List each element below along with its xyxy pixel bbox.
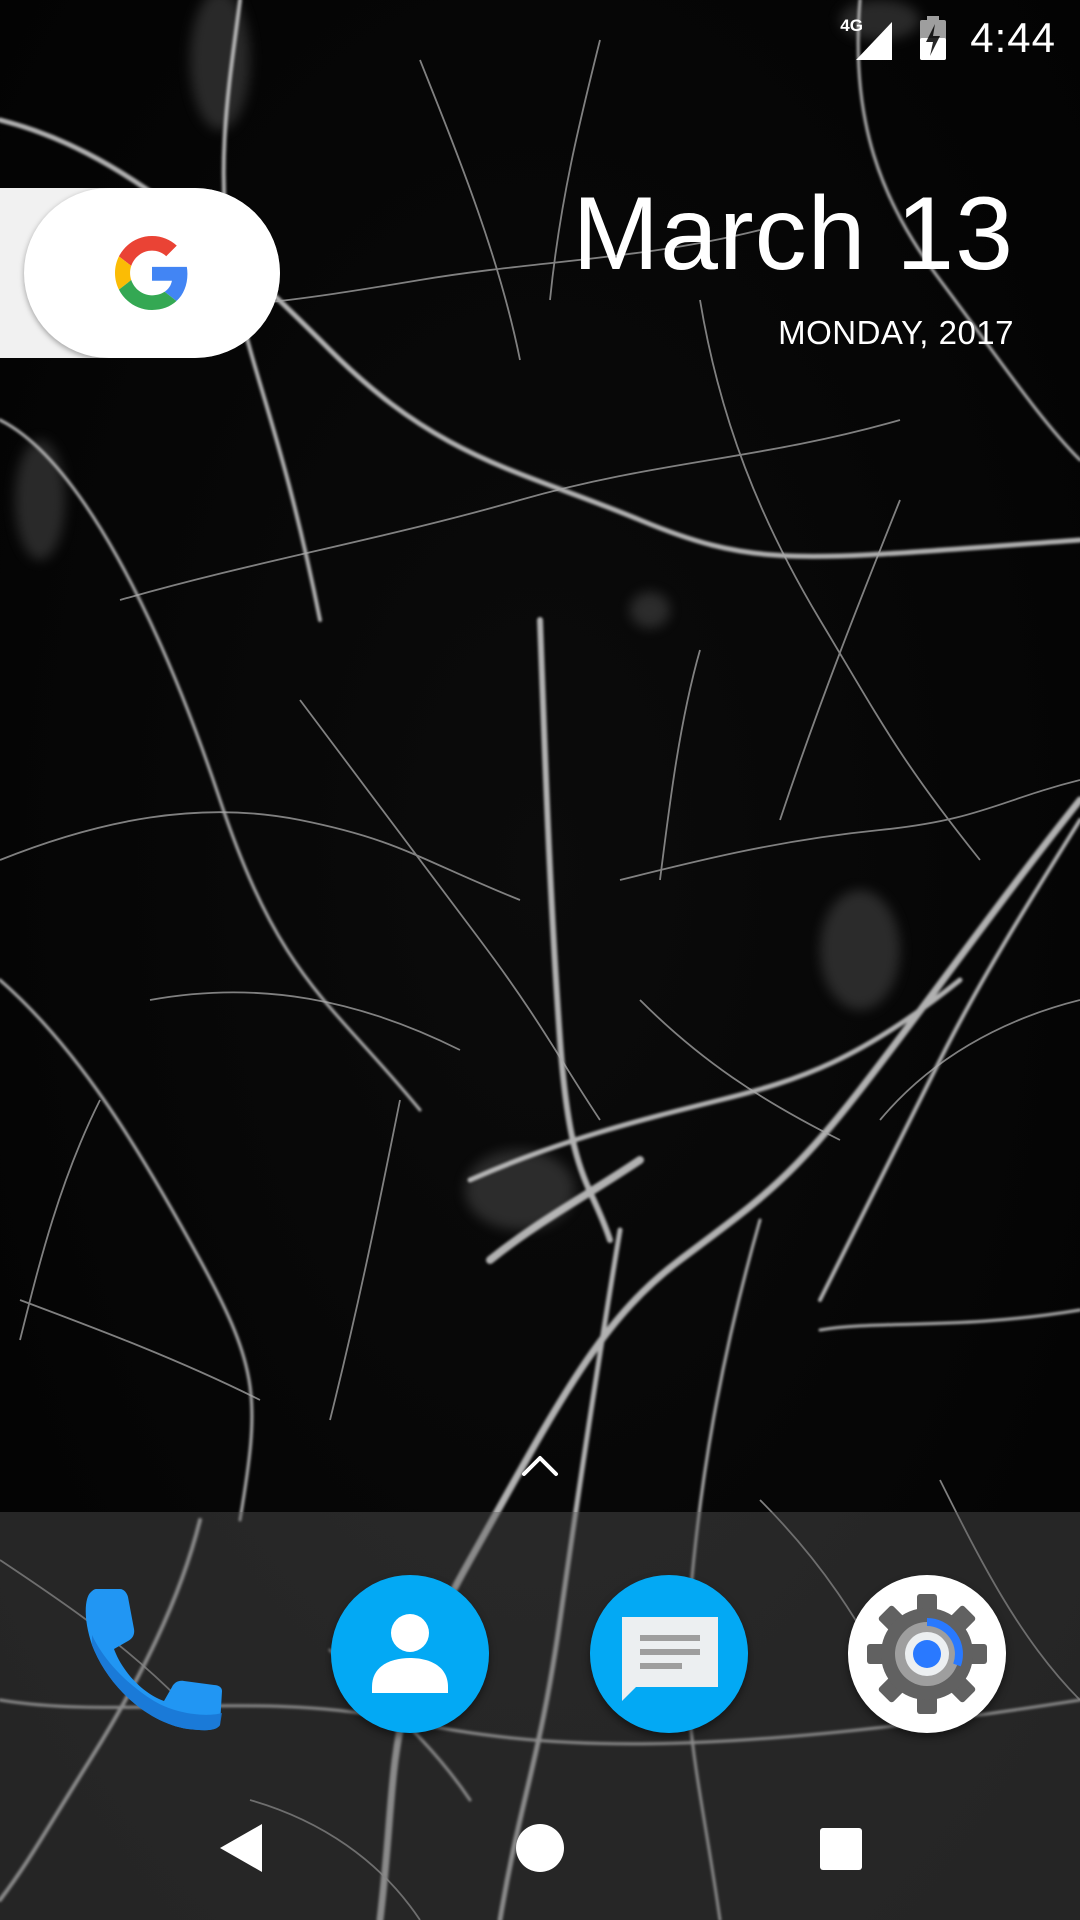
messages-app[interactable] xyxy=(590,1575,750,1735)
recents-square-icon[interactable] xyxy=(800,1808,880,1888)
contacts-app[interactable] xyxy=(331,1575,491,1735)
google-search-bar[interactable] xyxy=(0,188,280,358)
settings-app[interactable] xyxy=(848,1575,1008,1735)
weekday-year-label: MONDAY, 2017 xyxy=(778,314,1014,351)
home-screen: 4G 4:44 March 13 MONDAY, 2017 xyxy=(0,0,1080,1920)
back-triangle-icon[interactable] xyxy=(200,1808,280,1888)
status-icons: 4G 4:44 xyxy=(840,10,1056,66)
status-bar: 4G 4:44 xyxy=(0,0,1080,75)
messages-icon xyxy=(622,1617,718,1701)
settings-icon-circle xyxy=(848,1575,1006,1733)
phone-app[interactable] xyxy=(78,1575,238,1735)
battery-charging-icon xyxy=(920,16,947,60)
date-label: March 13 xyxy=(572,176,1014,292)
home-circle-icon[interactable] xyxy=(500,1808,580,1888)
contacts-icon xyxy=(372,1614,448,1693)
cell-signal-icon xyxy=(856,22,893,60)
messages-icon-circle xyxy=(590,1575,748,1733)
app-drawer-chevron-icon[interactable] xyxy=(520,1450,560,1480)
signal-indicator: 4G xyxy=(840,14,896,62)
contacts-icon-circle xyxy=(331,1575,489,1733)
navigation-bar xyxy=(0,1790,1080,1900)
phone-icon xyxy=(85,1589,223,1731)
settings-gear-icon xyxy=(867,1594,987,1714)
date-widget[interactable]: March 13 MONDAY, 2017 xyxy=(572,176,1014,352)
google-g-icon xyxy=(115,236,188,310)
status-clock: 4:44 xyxy=(970,14,1056,61)
google-search-button[interactable] xyxy=(24,188,280,358)
